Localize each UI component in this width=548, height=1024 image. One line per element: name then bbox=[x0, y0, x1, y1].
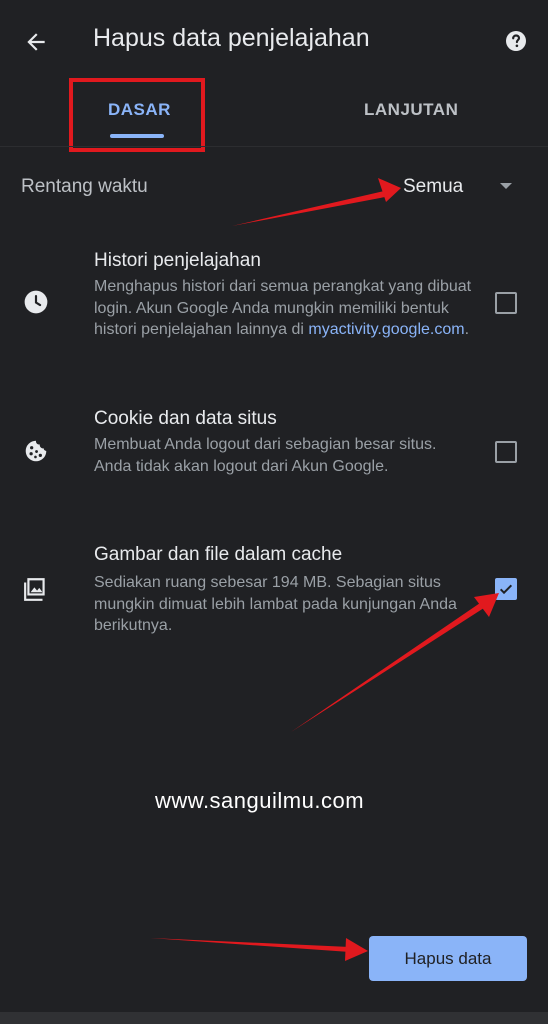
annotation-arrow-button bbox=[150, 938, 368, 961]
option-description: Menghapus histori dari semua perangkat y… bbox=[94, 278, 472, 338]
watermark: www.sanguilmu.com bbox=[155, 788, 365, 813]
page-title: Hapus data penjelajahan bbox=[93, 24, 370, 52]
cookie-icon bbox=[25, 440, 47, 462]
option-cached-images-files[interactable]: Gambar dan file dalam cache Sediakan rua… bbox=[0, 544, 548, 644]
help-icon bbox=[506, 31, 526, 51]
annotation-arrows bbox=[150, 178, 499, 961]
checkmark-icon bbox=[499, 584, 513, 595]
checkbox-cached-images-files[interactable] bbox=[495, 578, 517, 600]
option-title: Histori penjelajahan bbox=[94, 250, 261, 271]
time-range-dropdown[interactable]: Semua bbox=[403, 176, 463, 198]
myactivity-link[interactable]: myactivity.google.com bbox=[308, 321, 464, 338]
option-description: Membuat Anda logout dari sebagian besar … bbox=[94, 436, 437, 475]
annotation-highlight-box bbox=[69, 78, 205, 152]
top-app-bar: Hapus data penjelajahan bbox=[0, 0, 548, 84]
clock-icon bbox=[24, 290, 48, 314]
help-button[interactable] bbox=[504, 29, 528, 53]
tab-divider bbox=[0, 146, 548, 147]
tab-lanjutan[interactable]: LANJUTAN bbox=[364, 100, 458, 120]
option-cookies-site-data[interactable]: Cookie dan data situs Membuat Anda logou… bbox=[0, 406, 548, 506]
arrow-back-icon bbox=[27, 33, 45, 51]
option-browsing-history[interactable]: Histori penjelajahan Menghapus histori d… bbox=[0, 248, 548, 368]
bottom-bar bbox=[0, 1012, 548, 1024]
image-icon bbox=[24, 578, 45, 601]
clear-browsing-data-screen: Hapus data penjelajahan DASAR LANJUTAN R… bbox=[0, 0, 548, 1024]
back-button[interactable] bbox=[20, 26, 52, 58]
dropdown-caret-icon[interactable] bbox=[500, 183, 512, 189]
clear-data-button[interactable]: Hapus data bbox=[369, 936, 527, 981]
option-title: Gambar dan file dalam cache bbox=[94, 544, 343, 565]
checkbox-browsing-history[interactable] bbox=[495, 292, 517, 314]
checkbox-cookies-site-data[interactable] bbox=[495, 441, 517, 463]
annotation-arrow-range bbox=[232, 178, 401, 226]
option-description: Sediakan ruang sebesar 194 MB. Sebagian … bbox=[94, 574, 457, 634]
option-title: Cookie dan data situs bbox=[94, 408, 277, 429]
time-range-label: Rentang waktu bbox=[21, 176, 148, 197]
